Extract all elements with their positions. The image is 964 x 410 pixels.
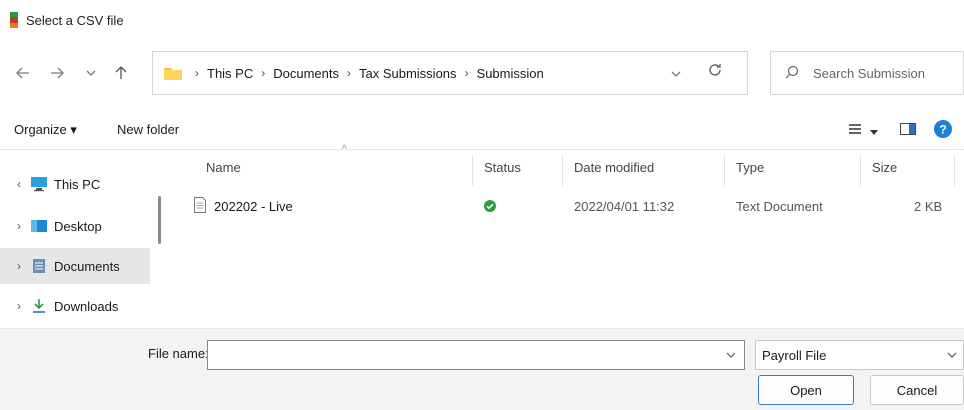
downloads-icon	[30, 298, 48, 314]
documents-folder-icon	[30, 258, 48, 274]
column-divider[interactable]	[860, 156, 861, 186]
window-title: Select a CSV file	[26, 12, 124, 28]
view-controls: ?	[848, 120, 952, 141]
file-type-select[interactable]: Payroll File	[755, 340, 964, 370]
command-bar: Organize ▾ New folder ?	[0, 112, 964, 150]
column-divider[interactable]	[954, 156, 955, 186]
breadcrumb-separator-icon: ›	[195, 66, 199, 80]
navigation-pane-scrollbar[interactable]	[158, 196, 161, 244]
svg-text:?: ?	[939, 123, 946, 137]
column-header-name[interactable]: Name	[206, 160, 241, 175]
search-input[interactable]	[813, 65, 953, 81]
sidebar-item-label: Downloads	[54, 298, 119, 314]
column-header-type[interactable]: Type	[736, 160, 764, 175]
file-date-modified: 2022/04/01 11:32	[574, 199, 675, 214]
column-header-size[interactable]: Size	[872, 160, 897, 175]
breadcrumb-submission[interactable]: Submission	[477, 66, 544, 81]
synced-check-icon	[484, 200, 496, 215]
view-dropdown-icon[interactable]	[870, 123, 878, 138]
organize-menu-button[interactable]: Organize ▾	[14, 122, 77, 138]
view-list-icon[interactable]	[848, 123, 862, 138]
file-dialog-footer: File name: Payroll File Open Cancel	[0, 328, 964, 410]
breadcrumb-separator-icon: ›	[261, 66, 266, 80]
refresh-icon[interactable]	[707, 62, 723, 83]
computer-icon	[30, 176, 48, 192]
file-name-input[interactable]	[208, 341, 718, 369]
breadcrumb-separator-icon: ›	[464, 66, 469, 80]
cancel-button[interactable]: Cancel	[870, 375, 964, 405]
csv-app-icon	[10, 12, 18, 28]
sidebar-item-desktop[interactable]: › Desktop	[0, 208, 150, 244]
preview-pane-icon[interactable]	[900, 123, 916, 138]
column-header-date-modified[interactable]: Date modified	[574, 160, 654, 175]
breadcrumb-this-pc[interactable]: This PC	[207, 66, 253, 81]
sidebar-item-documents[interactable]: › Documents	[0, 248, 150, 284]
column-divider[interactable]	[472, 156, 473, 186]
desktop-folder-icon	[30, 218, 48, 234]
breadcrumb-documents[interactable]: Documents	[273, 66, 339, 81]
up-arrow-icon[interactable]	[110, 62, 132, 84]
file-size: 2 KB	[914, 199, 943, 214]
breadcrumb-tax-submissions[interactable]: Tax Submissions	[359, 66, 457, 81]
file-list: ^ Name Status Date modified Type Size 20…	[170, 144, 964, 322]
chevron-down-icon[interactable]	[947, 349, 957, 361]
file-name-label: File name:	[148, 346, 209, 361]
sidebar-item-label: Desktop	[54, 218, 102, 234]
chevron-right-icon[interactable]: ›	[12, 219, 26, 233]
recent-dropdown-icon[interactable]	[80, 62, 102, 84]
chevron-right-icon[interactable]: ›	[12, 299, 26, 313]
open-button[interactable]: Open	[758, 375, 854, 405]
navigation-bar: › This PC › Documents › Tax Submissions …	[0, 48, 964, 100]
sidebar-item-label: This PC	[54, 176, 101, 192]
file-name-combobox[interactable]	[207, 340, 745, 370]
title-bar: Select a CSV file	[0, 0, 964, 40]
column-header-status[interactable]: Status	[484, 160, 521, 175]
file-type: Text Document	[736, 199, 823, 214]
sort-ascending-icon: ^	[342, 144, 347, 155]
file-type-value: Payroll File	[762, 347, 827, 363]
back-arrow-icon[interactable]	[12, 62, 34, 84]
address-dropdown-icon[interactable]	[671, 66, 681, 80]
breadcrumb-separator-icon: ›	[346, 66, 351, 80]
new-folder-button[interactable]: New folder	[117, 122, 179, 137]
column-divider[interactable]	[562, 156, 563, 186]
sidebar-item-label: Documents	[54, 258, 120, 274]
breadcrumb: › This PC › Documents › Tax Submissions …	[187, 66, 544, 81]
forward-arrow-icon[interactable]	[46, 62, 68, 84]
chevron-down-icon[interactable]	[726, 349, 736, 361]
navigation-pane: ‹ This PC › Desktop › Documents › Downlo…	[0, 150, 150, 322]
file-name[interactable]: 202202 - Live	[214, 199, 293, 214]
sidebar-item-downloads[interactable]: › Downloads	[0, 288, 150, 324]
column-divider[interactable]	[724, 156, 725, 186]
file-row[interactable]: 202202 - Live 2022/04/01 11:32 Text Docu…	[170, 194, 964, 222]
text-document-icon	[194, 197, 206, 216]
chevron-expanded-icon[interactable]: ‹	[12, 177, 26, 191]
help-icon[interactable]: ?	[934, 120, 952, 141]
sidebar-item-this-pc[interactable]: ‹ This PC	[0, 166, 150, 202]
folder-icon	[163, 65, 183, 81]
search-icon	[785, 65, 799, 82]
chevron-right-icon[interactable]: ›	[12, 259, 26, 273]
address-bar[interactable]: › This PC › Documents › Tax Submissions …	[152, 51, 748, 95]
search-box[interactable]	[770, 51, 964, 95]
